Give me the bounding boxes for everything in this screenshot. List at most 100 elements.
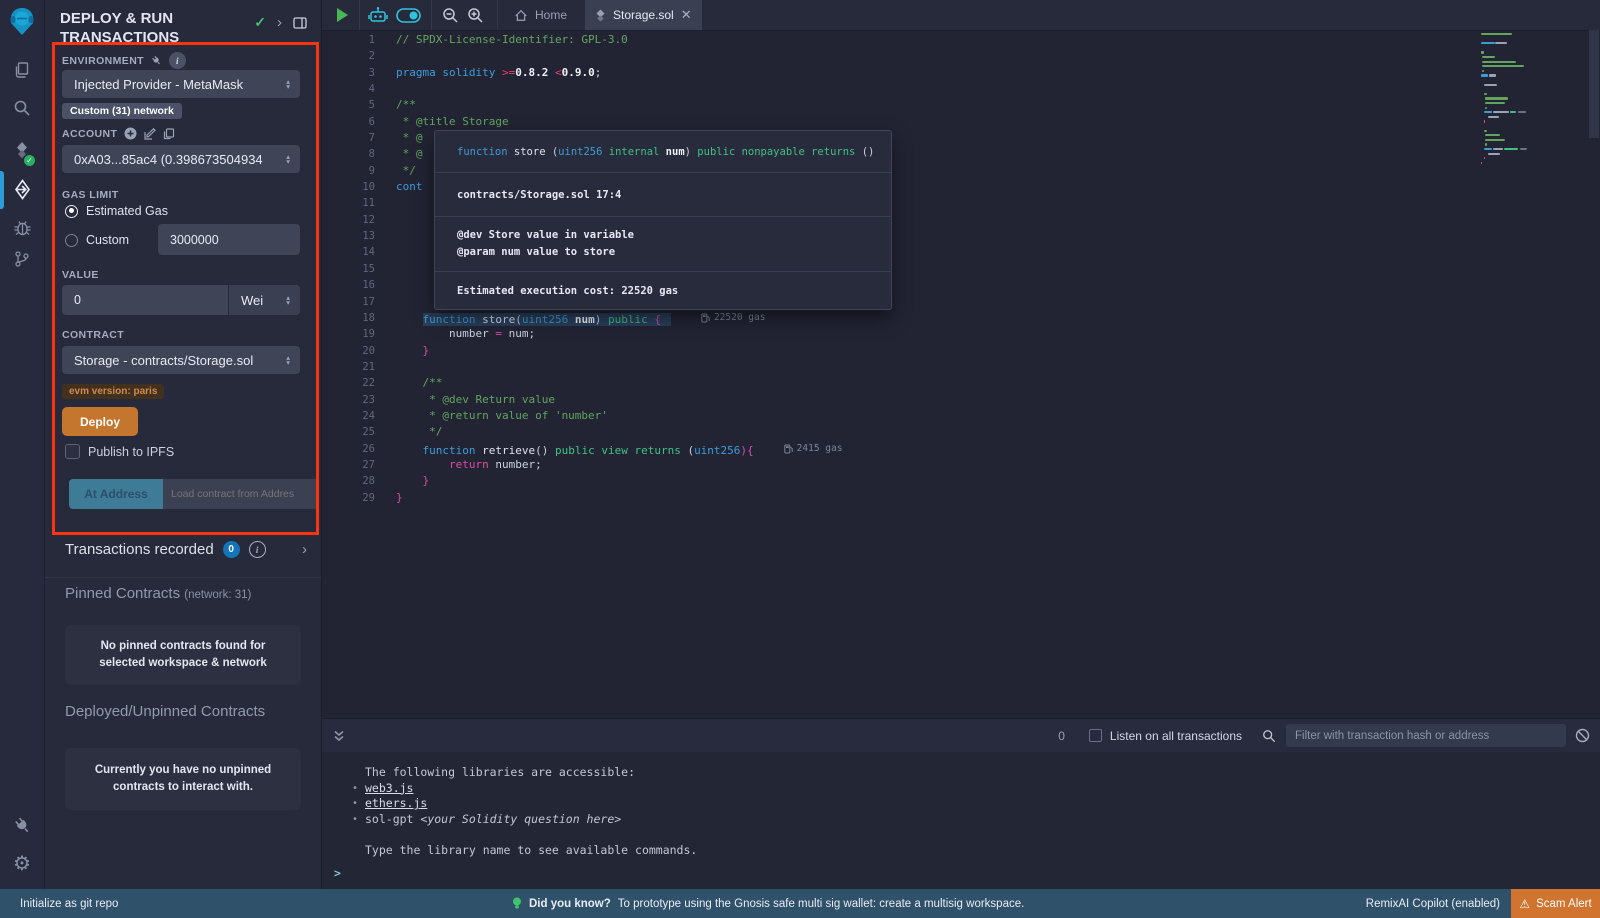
line-number: 10: [322, 179, 375, 195]
zoom-in-icon[interactable]: [467, 7, 484, 24]
evm-version-badge: evm version: paris: [62, 384, 164, 399]
code-editor[interactable]: 1234567891011121314151617181920212223242…: [322, 30, 1600, 718]
custom-gas-option[interactable]: Custom: [65, 233, 129, 247]
transactions-recorded-label: Transactions recorded: [65, 541, 214, 558]
sidebar-item-deploy-and-run[interactable]: [0, 178, 44, 200]
tab-storage-label: Storage.sol: [613, 8, 674, 22]
line-number: 7: [322, 130, 375, 146]
code-line-6: * @title Storage: [396, 114, 1470, 130]
at-address-input[interactable]: [163, 479, 319, 509]
pin-panel-icon[interactable]: [293, 17, 307, 29]
scam-alert-button[interactable]: ⚠ Scam Alert: [1511, 889, 1600, 918]
terminal-prompt[interactable]: >: [334, 866, 341, 882]
value-input[interactable]: [62, 285, 228, 315]
publish-ipfs-checkbox[interactable]: [65, 444, 80, 459]
minimap-line: [1518, 111, 1526, 113]
custom-gas-input[interactable]: [158, 224, 300, 255]
minimap-line: [1485, 143, 1487, 145]
highlighted-code: function store(uint256 num) public {: [423, 313, 671, 326]
remix-logo[interactable]: [0, 6, 44, 38]
web3-link[interactable]: web3.js: [365, 781, 413, 795]
deploy-button[interactable]: Deploy: [62, 407, 138, 436]
add-account-icon[interactable]: [124, 127, 137, 140]
unpinned-empty-box: Currently you have no unpinned contracts…: [65, 748, 301, 810]
environment-select[interactable]: Injected Provider - MetaMask ▴▾: [62, 70, 300, 98]
line-number: 1: [322, 32, 375, 48]
publish-ipfs-label: Publish to IPFS: [88, 445, 174, 459]
publish-ipfs-option[interactable]: Publish to IPFS: [65, 444, 174, 459]
code-line-1: // SPDX-License-Identifier: GPL-3.0: [396, 32, 1470, 48]
deploy-run-panel: DEPLOY & RUN TRANSACTIONS ✓ › ENVIRONMEN…: [45, 0, 321, 889]
run-script-play-button[interactable]: [337, 8, 348, 22]
git-init-button[interactable]: Initialize as git repo: [20, 889, 118, 918]
ethers-link[interactable]: ethers.js: [365, 796, 427, 810]
tooltip-doc: @dev Store value in variable @param num …: [435, 217, 891, 272]
at-address-button[interactable]: At Address: [69, 479, 163, 509]
code-line-18: function store(uint256 num) public {2252…: [396, 310, 1470, 326]
environment-plug-icon[interactable]: [149, 53, 164, 68]
terminal-expand-icon[interactable]: [333, 730, 345, 742]
copilot-toggle-switch[interactable]: [396, 8, 421, 23]
minimap-line: [1482, 65, 1525, 67]
sidebar-item-plugin-manager[interactable]: [0, 815, 44, 835]
tab-close-icon[interactable]: ✕: [681, 7, 692, 23]
transactions-expand-icon[interactable]: ›: [302, 542, 307, 557]
estimated-gas-radio[interactable]: [65, 205, 78, 218]
remix-logo-icon: [8, 7, 36, 37]
minimap-line: [1484, 130, 1487, 132]
status-bar: Initialize as git repo Did you know? To …: [0, 889, 1600, 918]
panel-chevron-icon[interactable]: ›: [277, 15, 282, 30]
minimap-line: [1504, 148, 1518, 150]
account-select[interactable]: 0xA03...85ac4 (0.398673504934 ▴▾: [62, 145, 300, 173]
terminal[interactable]: The following libraries are accessible: …: [322, 752, 1600, 889]
sidebar-item-search[interactable]: [0, 98, 44, 118]
sidebar-item-settings[interactable]: ⚙: [0, 854, 44, 874]
editor-scrollbar[interactable]: [1589, 30, 1599, 718]
code-line-24: * @return value of 'number': [396, 408, 1470, 424]
environment-label-row: ENVIRONMENT i: [62, 52, 186, 69]
terminal-lib-solgpt: sol-gpt <your Solidity question here>: [365, 812, 1600, 828]
listen-transactions-checkbox[interactable]: [1089, 729, 1102, 742]
remix-ide-window: ✓ ⚙: [0, 0, 1600, 918]
copilot-status[interactable]: RemixAI Copilot (enabled): [1366, 889, 1500, 918]
terminal-search-icon[interactable]: [1262, 729, 1276, 743]
panel-divider: [45, 577, 321, 578]
function-hover-tooltip: function store (uint256 internal num) pu…: [434, 130, 892, 310]
copy-account-icon[interactable]: [163, 128, 175, 140]
minimap-line: [1481, 42, 1495, 44]
edit-account-icon[interactable]: [144, 128, 156, 140]
minimap-line: [1510, 111, 1516, 113]
minimap-line: [1484, 148, 1492, 150]
minimap-line: [1485, 139, 1505, 141]
tab-home-label: Home: [535, 8, 567, 22]
settings-gear-icon: ⚙: [13, 854, 31, 874]
transactions-info-icon[interactable]: i: [249, 541, 266, 558]
line-number: 28: [322, 473, 375, 489]
minimap-line: [1481, 162, 1482, 164]
panel-title: DEPLOY & RUN TRANSACTIONS: [60, 9, 245, 47]
line-number: 15: [322, 261, 375, 277]
minimap-line: [1481, 33, 1512, 35]
select-arrows-icon: ▴▾: [286, 154, 290, 164]
sidebar-item-solidity-compiler[interactable]: [0, 139, 44, 161]
custom-gas-radio[interactable]: [65, 234, 78, 247]
sidebar-item-debugger[interactable]: [0, 217, 44, 237]
zoom-out-icon[interactable]: [442, 7, 459, 24]
estimated-gas-option[interactable]: Estimated Gas: [65, 204, 168, 218]
select-arrows-icon: ▴▾: [286, 79, 290, 89]
pinned-contracts-label: Pinned Contracts: [65, 585, 180, 602]
value-unit-select[interactable]: Wei ▴▾: [229, 285, 300, 315]
minimap-line: [1489, 74, 1497, 76]
scrollbar-thumb[interactable]: [1589, 30, 1599, 138]
minimap[interactable]: [1477, 33, 1586, 193]
contract-select[interactable]: Storage - contracts/Storage.sol ▴▾: [62, 346, 300, 374]
ai-copilot-robot-icon[interactable]: [368, 6, 388, 24]
sidebar-item-git[interactable]: [0, 249, 44, 269]
environment-info-icon[interactable]: i: [169, 52, 186, 69]
tab-storage-sol[interactable]: Storage.sol ✕: [585, 0, 702, 30]
tab-home[interactable]: Home: [504, 0, 577, 30]
value-unit: Wei: [241, 293, 286, 308]
clear-terminal-icon[interactable]: [1575, 728, 1590, 743]
transaction-filter-input[interactable]: [1286, 724, 1566, 747]
sidebar-item-file-explorer[interactable]: [0, 60, 44, 80]
